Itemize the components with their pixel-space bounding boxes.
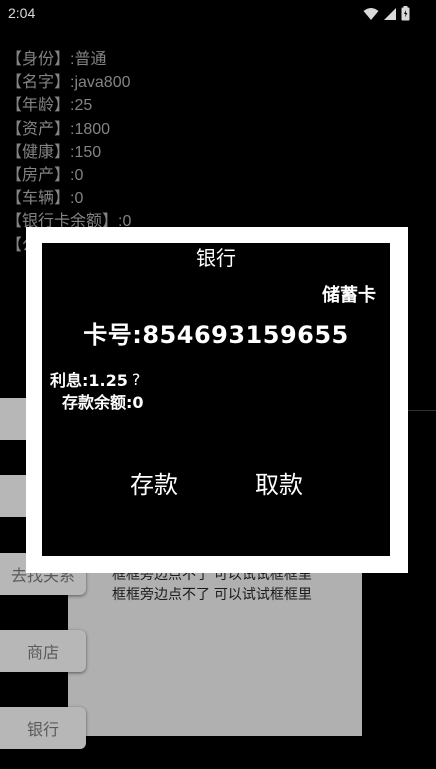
card-type-label: 储蓄卡: [322, 285, 376, 306]
dialog-title: 银行: [196, 246, 236, 270]
deposit-balance: 存款余额:0: [62, 393, 144, 412]
card-number: 卡号:854693159655: [83, 321, 349, 349]
help-icon[interactable]: ?: [132, 370, 141, 389]
withdraw-button[interactable]: 取款: [255, 465, 303, 500]
bank-dialog: 银行 储蓄卡 卡号:854693159655 利息:1.25 ? 存款余额:0 …: [26, 227, 408, 573]
interest-rate: 利息:1.25: [50, 371, 128, 390]
deposit-button[interactable]: 存款: [130, 465, 178, 500]
bank-dialog-content: 银行 储蓄卡 卡号:854693159655 利息:1.25 ? 存款余额:0 …: [42, 243, 390, 556]
interest-row: 利息:1.25 ?: [50, 367, 140, 391]
